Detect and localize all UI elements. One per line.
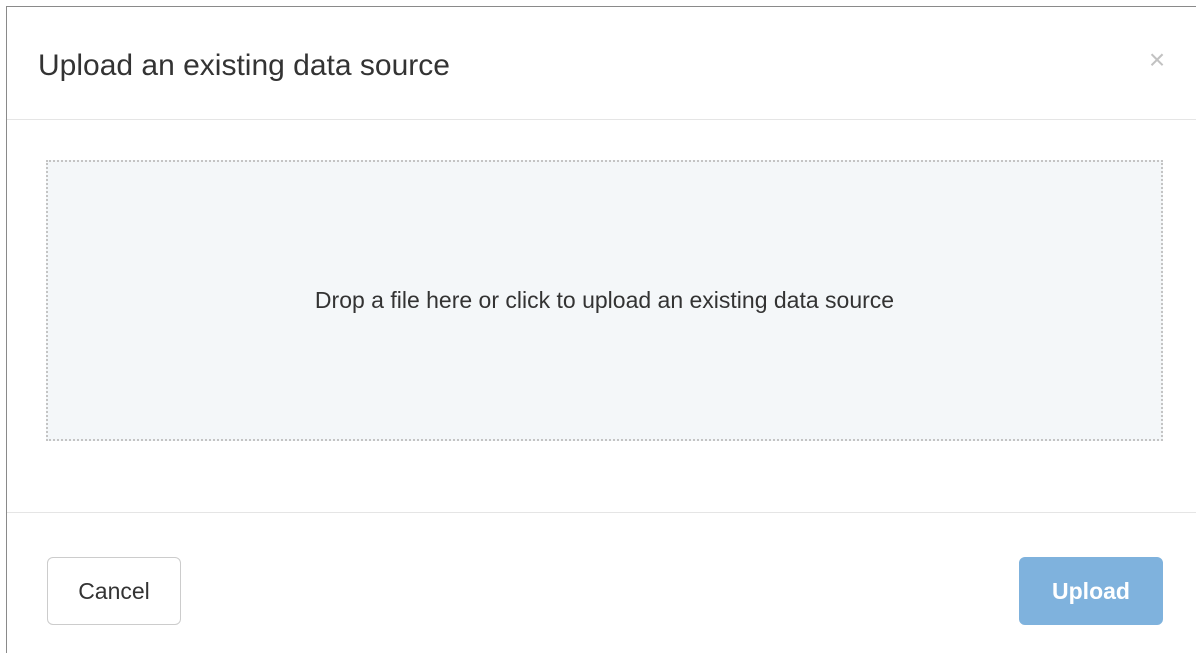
modal-body: Drop a file here or click to upload an e… (7, 120, 1196, 512)
modal-footer: Cancel Upload (7, 512, 1196, 654)
close-icon[interactable]: × (1142, 45, 1172, 75)
cancel-button[interactable]: Cancel (47, 557, 181, 625)
upload-button[interactable]: Upload (1019, 557, 1163, 625)
upload-data-source-modal: Upload an existing data source × Drop a … (6, 6, 1196, 653)
modal-title: Upload an existing data source (38, 49, 450, 82)
modal-header: Upload an existing data source × (7, 7, 1196, 120)
file-dropzone[interactable]: Drop a file here or click to upload an e… (46, 160, 1163, 441)
dropzone-text: Drop a file here or click to upload an e… (314, 287, 895, 313)
